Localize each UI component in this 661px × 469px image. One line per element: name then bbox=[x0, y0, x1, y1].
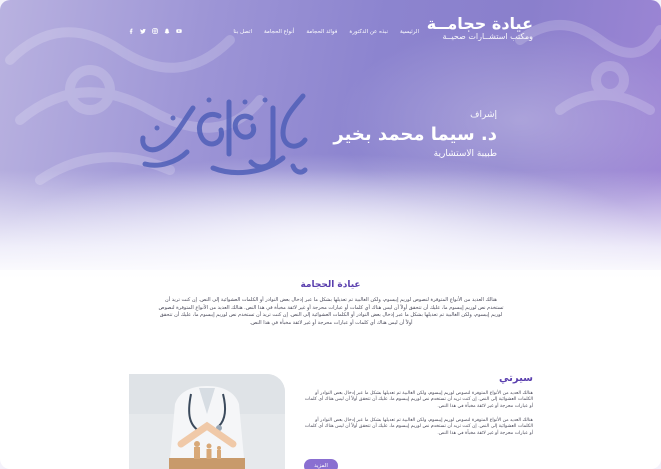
hero-text: إشراف د. سيما محمد بخير طبيبة الاستشارية bbox=[333, 110, 497, 159]
facebook-icon[interactable] bbox=[128, 28, 134, 34]
calligraphy-artwork bbox=[140, 93, 308, 176]
snapchat-icon[interactable] bbox=[164, 28, 170, 34]
doctor-name: د. سيما محمد بخير bbox=[333, 124, 497, 145]
nav-item-cupping-benefits[interactable]: فوائد الحجامة bbox=[306, 29, 337, 35]
bio-paragraph-1: هنالك العديد من الأنواع المتوفرة لنصوص ل… bbox=[304, 391, 533, 409]
hero-banner bbox=[0, 0, 661, 280]
supervision-label: إشراف bbox=[470, 110, 497, 120]
page: عيادة حجامــة ومكتب استشــارات صحيــة ال… bbox=[0, 0, 661, 469]
nav-item-cupping-types[interactable]: أنواع الحجامة bbox=[264, 29, 294, 35]
bio-title: سيرتي bbox=[498, 373, 533, 384]
more-button[interactable]: المزيد bbox=[304, 459, 338, 469]
doctor-role: طبيبة الاستشارية bbox=[433, 149, 497, 159]
hero-fade bbox=[0, 170, 661, 280]
twitter-icon[interactable] bbox=[140, 28, 146, 34]
social-links bbox=[128, 28, 182, 34]
bio-paragraph-2: هنالك العديد من الأنواع المتوفرة لنصوص ل… bbox=[304, 418, 533, 436]
brand-subtitle: ومكتب استشــارات صحيــة bbox=[442, 32, 534, 41]
about-title: عيادة الحجامة bbox=[300, 280, 361, 290]
main-nav: الرئيسية نبذه عن الدكتورة فوائد الحجامة … bbox=[233, 29, 419, 35]
brand-logo[interactable]: عيادة حجامــة ومكتب استشــارات صحيــة bbox=[427, 14, 533, 41]
doctor-image bbox=[129, 374, 285, 469]
nav-item-about-doctor[interactable]: نبذه عن الدكتورة bbox=[349, 29, 388, 35]
nav-item-home[interactable]: الرئيسية bbox=[400, 29, 419, 35]
nav-item-contact[interactable]: اتصل بنا bbox=[233, 29, 252, 35]
instagram-icon[interactable] bbox=[152, 28, 158, 34]
brand-title: عيادة حجامــة bbox=[426, 14, 533, 33]
youtube-icon[interactable] bbox=[176, 28, 182, 34]
about-text: هنالك العديد من الأنواع المتوفرة لنصوص ل… bbox=[158, 297, 504, 326]
